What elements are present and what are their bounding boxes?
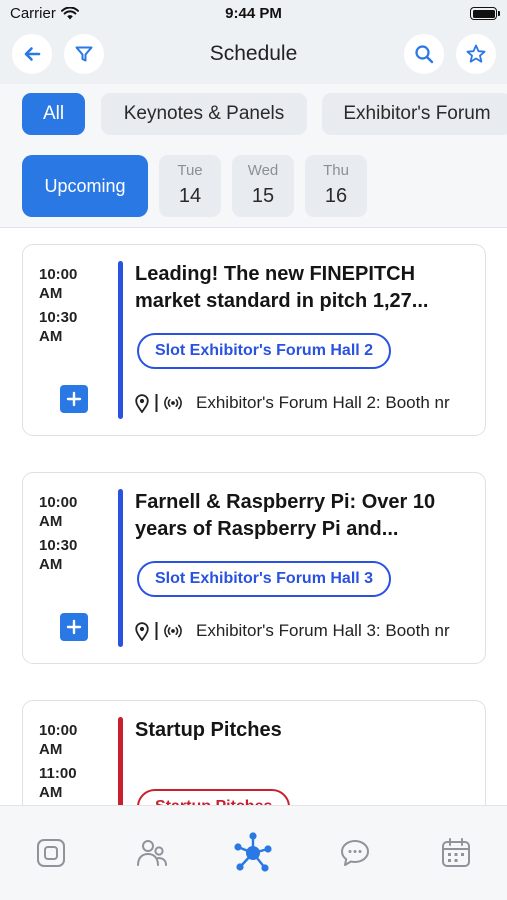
search-button[interactable] (404, 34, 444, 74)
track-badge[interactable]: Startup Pitches (137, 789, 291, 805)
category-filter-row: All Keynotes & Panels Exhibitor's Forum (0, 84, 507, 146)
tab-calendar[interactable] (431, 828, 481, 878)
divider-icon (155, 394, 158, 412)
session-title: Leading! The new FINEPITCH market standa… (135, 261, 475, 315)
add-to-agenda-button[interactable] (60, 613, 88, 641)
location-text: Exhibitor's Forum Hall 2: Booth nr (196, 393, 450, 412)
session-title-line: Leading! The new FINEPITCH (135, 263, 416, 285)
location-pin-icon (135, 621, 149, 641)
session-times: 10:00 AM 11:00 AM (39, 721, 99, 802)
end-time: 10:30 AM (39, 537, 78, 573)
dashboard-icon (37, 839, 65, 867)
plus-icon (66, 391, 82, 407)
broadcast-icon (164, 624, 182, 638)
track-color-bar (118, 717, 123, 805)
location-text: Exhibitor's Forum Hall 3: Booth nr (196, 621, 450, 640)
tab-people[interactable] (127, 828, 177, 878)
day-number: 15 (251, 185, 275, 207)
favorites-button[interactable] (456, 34, 496, 74)
track-badge[interactable]: Slot Exhibitor's Forum Hall 2 (137, 333, 392, 369)
session-list[interactable]: 10:00 AM 10:30 AM Leading! The new FINEP… (0, 229, 507, 805)
start-time: 10:00 AM (39, 266, 78, 302)
battery-icon (470, 7, 500, 20)
schedule-screen: Carrier 9:44 PM Schedule All Keynotes & … (0, 0, 507, 900)
session-card[interactable]: 10:00 AM 11:00 AM Startup Pitches Startu… (22, 700, 486, 805)
start-time: 10:00 AM (39, 494, 78, 530)
session-title-line: years of Raspberry Pi and... (135, 518, 399, 540)
clock: 9:44 PM (225, 5, 282, 22)
search-icon (415, 45, 434, 64)
day-tab-tue[interactable]: Tue 14 (159, 155, 221, 217)
session-title-line: market standard in pitch 1,27... (135, 290, 429, 312)
header: Schedule (0, 28, 507, 84)
location-pin-icon (135, 393, 149, 413)
session-card[interactable]: 10:00 AM 10:30 AM Farnell & Raspberry Pi… (22, 472, 486, 664)
day-tab-wed[interactable]: Wed 15 (232, 155, 294, 217)
day-name: Tue (177, 162, 203, 179)
tab-chat[interactable] (330, 828, 380, 878)
session-title-line: Farnell & Raspberry Pi: Over 10 (135, 491, 436, 513)
calendar-icon (442, 838, 470, 867)
plus-icon (66, 619, 82, 635)
day-name: Wed (247, 162, 279, 179)
day-name: Thu (323, 162, 349, 179)
day-number: 16 (324, 185, 348, 207)
filter-chip-keynotes-panels[interactable]: Keynotes & Panels (101, 93, 307, 135)
session-location: Exhibitor's Forum Hall 3: Booth nr (135, 621, 450, 641)
people-icon (137, 840, 167, 866)
session-title: Startup Pitches (135, 717, 475, 744)
filter-chip-exhibitors-forum[interactable]: Exhibitor's Forum (322, 93, 507, 135)
end-time: 10:30 AM (39, 309, 78, 345)
track-badge[interactable]: Slot Exhibitor's Forum Hall 3 (137, 561, 392, 597)
session-times: 10:00 AM 10:30 AM (39, 265, 99, 346)
session-title: Farnell & Raspberry Pi: Over 10 years of… (135, 489, 475, 543)
end-time: 11:00 AM (39, 765, 77, 801)
divider-icon (155, 622, 158, 640)
session-times: 10:00 AM 10:30 AM (39, 493, 99, 574)
start-time: 10:00 AM (39, 722, 78, 758)
broadcast-icon (164, 396, 182, 410)
network-icon (234, 832, 272, 872)
track-color-bar (118, 489, 123, 647)
session-title-line: Startup Pitches (135, 719, 282, 741)
date-selector: Upcoming Tue 14 Wed 15 Thu 16 (0, 146, 507, 228)
star-icon (466, 44, 486, 63)
chat-icon (341, 840, 369, 866)
tab-network[interactable] (228, 828, 278, 878)
tab-dashboard[interactable] (26, 828, 76, 878)
day-number: 14 (178, 185, 202, 207)
filter-chip-all[interactable]: All (22, 93, 85, 135)
upcoming-tab[interactable]: Upcoming (22, 155, 148, 217)
session-card[interactable]: 10:00 AM 10:30 AM Leading! The new FINEP… (22, 244, 486, 436)
status-bar: Carrier 9:44 PM (0, 0, 507, 28)
add-to-agenda-button[interactable] (60, 385, 88, 413)
bottom-tab-bar (0, 805, 507, 900)
track-color-bar (118, 261, 123, 419)
session-location: Exhibitor's Forum Hall 2: Booth nr (135, 393, 450, 413)
day-tab-thu[interactable]: Thu 16 (305, 155, 367, 217)
